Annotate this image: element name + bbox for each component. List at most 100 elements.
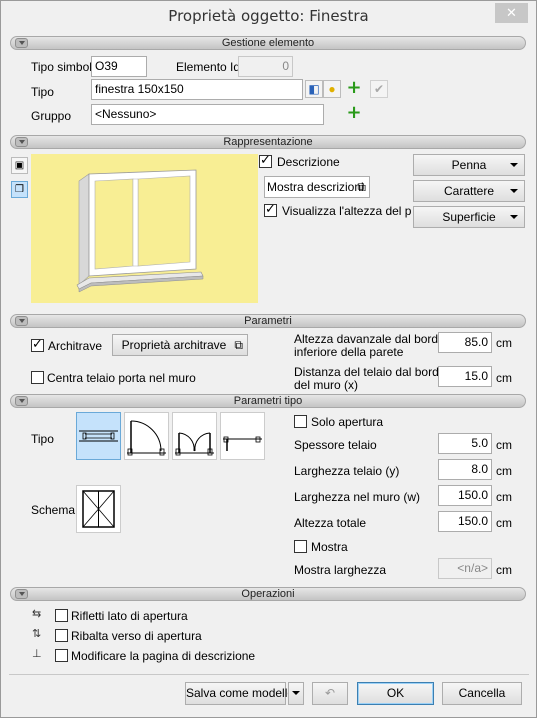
type-single-swing-button[interactable] (124, 412, 169, 460)
cancella-button[interactable]: Cancella (442, 682, 522, 705)
rifletti-checkbox[interactable] (55, 609, 68, 622)
salva-modello-label: Salva come modello (186, 686, 295, 700)
superficie-label: Superficie (442, 210, 496, 224)
unit-label: cm (496, 336, 512, 350)
tipo-add-button[interactable]: + (345, 79, 363, 98)
penna-dropdown[interactable]: Penna (413, 154, 525, 176)
ok-button[interactable]: OK (357, 682, 434, 705)
type-sliding-button[interactable] (220, 412, 265, 460)
section-title: Parametri (244, 315, 292, 327)
solo-apertura-checkbox[interactable] (294, 415, 307, 428)
altezza-davanzale-input[interactable]: 85.0 (438, 332, 492, 353)
larghezza-telaio-input[interactable]: 8.0 (438, 459, 492, 480)
unit-label: cm (496, 516, 512, 530)
mostra-checkbox[interactable] (294, 540, 307, 553)
unit-label: cm (496, 563, 512, 577)
bulb-icon: ● (328, 82, 336, 96)
window-3d-illustration (76, 169, 204, 293)
salva-modello-dropdown[interactable] (288, 682, 304, 705)
collapse-chevron-icon[interactable] (15, 38, 28, 48)
larghezza-muro-label: Larghezza nel muro (w) (294, 490, 421, 504)
gruppo-add-button[interactable]: + (345, 102, 363, 123)
collapse-chevron-icon[interactable] (15, 396, 28, 406)
superficie-dropdown[interactable]: Superficie (413, 206, 525, 228)
altezza-totale-input[interactable]: 150.0 (438, 511, 492, 532)
tipo-confirm-button[interactable]: ✔ (370, 80, 388, 98)
check-icon: ✔ (373, 82, 385, 96)
tipo-simbolo-label: Tipo simbolo (31, 60, 99, 74)
collapse-chevron-icon[interactable] (15, 137, 28, 147)
collapse-chevron-icon[interactable] (15, 316, 28, 326)
collapse-chevron-icon[interactable] (15, 589, 28, 599)
mostra-larghezza-input: <n/a> (438, 558, 492, 579)
architrave-label: Architrave (48, 339, 103, 353)
schema-cross-icon (82, 490, 115, 528)
modificare-checkbox[interactable] (55, 649, 68, 662)
elemento-id-label: Elemento Id (176, 60, 241, 74)
fixed-window-icon (79, 430, 118, 442)
section-rappresentazione[interactable]: Rappresentazione (10, 135, 526, 149)
description-page-icon: ⊥ (32, 648, 42, 660)
larghezza-telaio-label: Larghezza telaio (y) (294, 464, 400, 478)
carattere-dropdown[interactable]: Carattere (413, 180, 525, 202)
altezza-davanzale-label-line1: Altezza davanzale dal bordo (294, 332, 445, 346)
larghezza-muro-input[interactable]: 150.0 (438, 485, 492, 506)
ribalta-checkbox[interactable] (55, 629, 68, 642)
undo-button[interactable]: ↶ (312, 682, 348, 705)
tipo-label: Tipo (31, 85, 54, 99)
tipo-simbolo-input[interactable]: O39 (91, 56, 147, 77)
select-icon: ◧ (308, 82, 320, 96)
plus-icon: + (346, 102, 362, 123)
centra-telaio-checkbox[interactable] (31, 371, 44, 384)
close-button[interactable]: ✕ (495, 3, 528, 23)
tipo-input[interactable]: finestra 150x150 (91, 79, 303, 100)
ribalta-label: Ribalta verso di apertura (71, 629, 202, 643)
visualizza-altezza-checkbox[interactable] (264, 202, 277, 217)
single-swing-icon (127, 420, 166, 456)
unit-label: cm (496, 464, 512, 478)
modificare-label: Modificare la pagina di descrizione (71, 649, 256, 663)
salva-modello-button[interactable]: Salva come modello (185, 682, 294, 705)
descrizione-checkbox[interactable] (259, 153, 272, 168)
dialog-window: Proprietà oggetto: Finestra ✕ Gestione e… (0, 0, 537, 718)
section-title: Rappresentazione (223, 136, 313, 148)
type-double-swing-button[interactable] (172, 412, 217, 460)
camera-view-button[interactable]: ▣ (11, 157, 28, 174)
section-title: Gestione elemento (221, 37, 315, 49)
dropdown-arrow-icon (510, 215, 518, 219)
mirror-side-icon: ⇆ (32, 608, 42, 620)
section-gestione-elemento[interactable]: Gestione elemento (10, 36, 526, 50)
section-title: Operazioni (241, 588, 295, 600)
mostra-descrizioni-button[interactable]: Mostra descrizioni ⧉ (264, 176, 370, 198)
spessore-telaio-input[interactable]: 5.0 (438, 433, 492, 454)
section-parametri[interactable]: Parametri (10, 314, 526, 328)
carattere-label: Carattere (443, 184, 495, 198)
visualizza-altezza-label: Visualizza l'altezza del parap (282, 204, 412, 218)
3d-view-button[interactable]: ❒ (11, 181, 28, 198)
type-fixed-button[interactable] (76, 412, 121, 460)
section-title: Parametri tipo (233, 395, 303, 407)
rifletti-label: Rifletti lato di apertura (71, 609, 188, 623)
undo-icon: ↶ (324, 686, 336, 700)
tipo-highlight-button[interactable]: ● (323, 80, 341, 98)
schema-button[interactable] (76, 485, 121, 533)
distanza-telaio-input[interactable]: 15.0 (438, 366, 492, 387)
unit-label: cm (496, 371, 512, 385)
window-preview (31, 154, 258, 303)
sliding-icon (223, 436, 262, 451)
cube-icon: ❒ (15, 184, 24, 195)
camera-icon: ▣ (14, 160, 25, 171)
section-parametri-tipo[interactable]: Parametri tipo (10, 394, 526, 408)
architrave-checkbox[interactable] (31, 337, 44, 352)
unit-label: cm (496, 438, 512, 452)
dropdown-arrow-icon (510, 163, 518, 167)
section-operazioni[interactable]: Operazioni (10, 587, 526, 601)
altezza-davanzale-label-line2: inferiore della parete (294, 345, 404, 359)
distanza-telaio-label-line1: Distanza del telaio dal bordo (294, 365, 446, 379)
proprieta-architrave-button[interactable]: Proprietà architrave ⧉ (112, 334, 248, 356)
double-swing-icon (175, 432, 214, 456)
gruppo-input[interactable]: <Nessuno> (91, 104, 324, 125)
centra-telaio-label: Centra telaio porta nel muro (47, 371, 196, 385)
tipo-browse-button[interactable]: ◧ (305, 80, 323, 98)
open-dialog-icon: ⧉ (234, 338, 243, 352)
